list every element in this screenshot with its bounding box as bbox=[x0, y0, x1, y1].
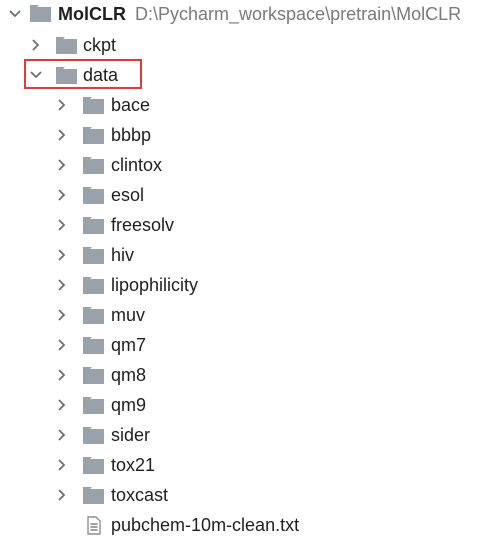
folder-icon bbox=[83, 457, 104, 474]
tree-item-label: qm8 bbox=[111, 365, 147, 385]
chevron-right-icon[interactable] bbox=[29, 38, 43, 52]
folder-icon bbox=[30, 5, 51, 22]
tree-row-ckpt[interactable]: ckpt bbox=[0, 31, 502, 59]
tree-row-folder[interactable]: esol bbox=[0, 181, 502, 209]
folder-icon bbox=[83, 217, 104, 234]
chevron-right-icon[interactable] bbox=[55, 308, 69, 322]
folder-icon bbox=[83, 157, 104, 174]
chevron-right-icon[interactable] bbox=[55, 248, 69, 262]
project-tree: MolCLR D:\Pycharm_workspace\pretrain\Mol… bbox=[0, 0, 502, 537]
tree-item-label: qm7 bbox=[111, 335, 147, 355]
chevron-right-icon[interactable] bbox=[55, 98, 69, 112]
folder-icon bbox=[56, 67, 77, 84]
tree-row-root[interactable]: MolCLR D:\Pycharm_workspace\pretrain\Mol… bbox=[0, 0, 502, 28]
tree-item-label: clintox bbox=[111, 155, 163, 175]
folder-icon bbox=[56, 37, 77, 54]
folder-icon bbox=[83, 97, 104, 114]
tree-item-label: bbbp bbox=[111, 125, 152, 145]
tree-row-file[interactable]: pubchem-10m-clean.txt bbox=[0, 511, 502, 539]
chevron-down-icon[interactable] bbox=[29, 68, 43, 82]
chevron-right-icon[interactable] bbox=[55, 458, 69, 472]
chevron-right-icon[interactable] bbox=[55, 278, 69, 292]
tree-row-folder[interactable]: hiv bbox=[0, 241, 502, 269]
tree-item-label: hiv bbox=[111, 245, 135, 265]
tree-row-folder[interactable]: bace bbox=[0, 91, 502, 119]
tree-item-label: muv bbox=[111, 305, 146, 325]
tree-item-label: esol bbox=[111, 185, 145, 205]
tree-item-label: freesolv bbox=[111, 215, 175, 235]
root-folder-path: D:\Pycharm_workspace\pretrain\MolCLR bbox=[135, 4, 462, 24]
chevron-right-icon[interactable] bbox=[55, 368, 69, 382]
folder-icon bbox=[83, 127, 104, 144]
tree-row-folder[interactable]: muv bbox=[0, 301, 502, 329]
folder-icon bbox=[83, 487, 104, 504]
tree-row-folder[interactable]: tox21 bbox=[0, 451, 502, 479]
folder-icon bbox=[83, 337, 104, 354]
tree-row-folder[interactable]: sider bbox=[0, 421, 502, 449]
tree-row-data[interactable]: data bbox=[0, 61, 502, 89]
tree-item-label: qm9 bbox=[111, 395, 147, 415]
folder-icon bbox=[83, 427, 104, 444]
tree-row-folder[interactable]: clintox bbox=[0, 151, 502, 179]
chevron-right-icon[interactable] bbox=[55, 128, 69, 142]
tree-item-label: data bbox=[83, 65, 119, 85]
chevron-right-icon[interactable] bbox=[55, 158, 69, 172]
tree-row-folder[interactable]: freesolv bbox=[0, 211, 502, 239]
tree-item-label: lipophilicity bbox=[111, 275, 199, 295]
chevron-right-icon[interactable] bbox=[55, 488, 69, 502]
tree-item-label: pubchem-10m-clean.txt bbox=[111, 515, 300, 535]
folder-icon bbox=[83, 307, 104, 324]
tree-item-label: tox21 bbox=[111, 455, 156, 475]
chevron-right-icon[interactable] bbox=[55, 398, 69, 412]
folder-icon bbox=[83, 187, 104, 204]
chevron-down-icon[interactable] bbox=[8, 7, 22, 21]
folder-icon bbox=[83, 367, 104, 384]
tree-item-label: sider bbox=[111, 425, 151, 445]
text-file-icon bbox=[87, 516, 101, 535]
tree-row-folder[interactable]: lipophilicity bbox=[0, 271, 502, 299]
tree-row-folder[interactable]: bbbp bbox=[0, 121, 502, 149]
tree-row-folder[interactable]: toxcast bbox=[0, 481, 502, 509]
folder-icon bbox=[83, 397, 104, 414]
chevron-right-icon[interactable] bbox=[55, 428, 69, 442]
chevron-right-icon[interactable] bbox=[55, 338, 69, 352]
chevron-right-icon[interactable] bbox=[55, 218, 69, 232]
tree-row-folder[interactable]: qm8 bbox=[0, 361, 502, 389]
folder-icon bbox=[83, 277, 104, 294]
tree-row-folder[interactable]: qm9 bbox=[0, 391, 502, 419]
tree-item-label: bace bbox=[111, 95, 151, 115]
chevron-right-icon[interactable] bbox=[55, 188, 69, 202]
tree-item-label: toxcast bbox=[111, 485, 169, 505]
tree-row-folder[interactable]: qm7 bbox=[0, 331, 502, 359]
root-folder-name: MolCLR bbox=[58, 4, 126, 24]
tree-item-label: ckpt bbox=[83, 35, 117, 55]
folder-icon bbox=[83, 247, 104, 264]
